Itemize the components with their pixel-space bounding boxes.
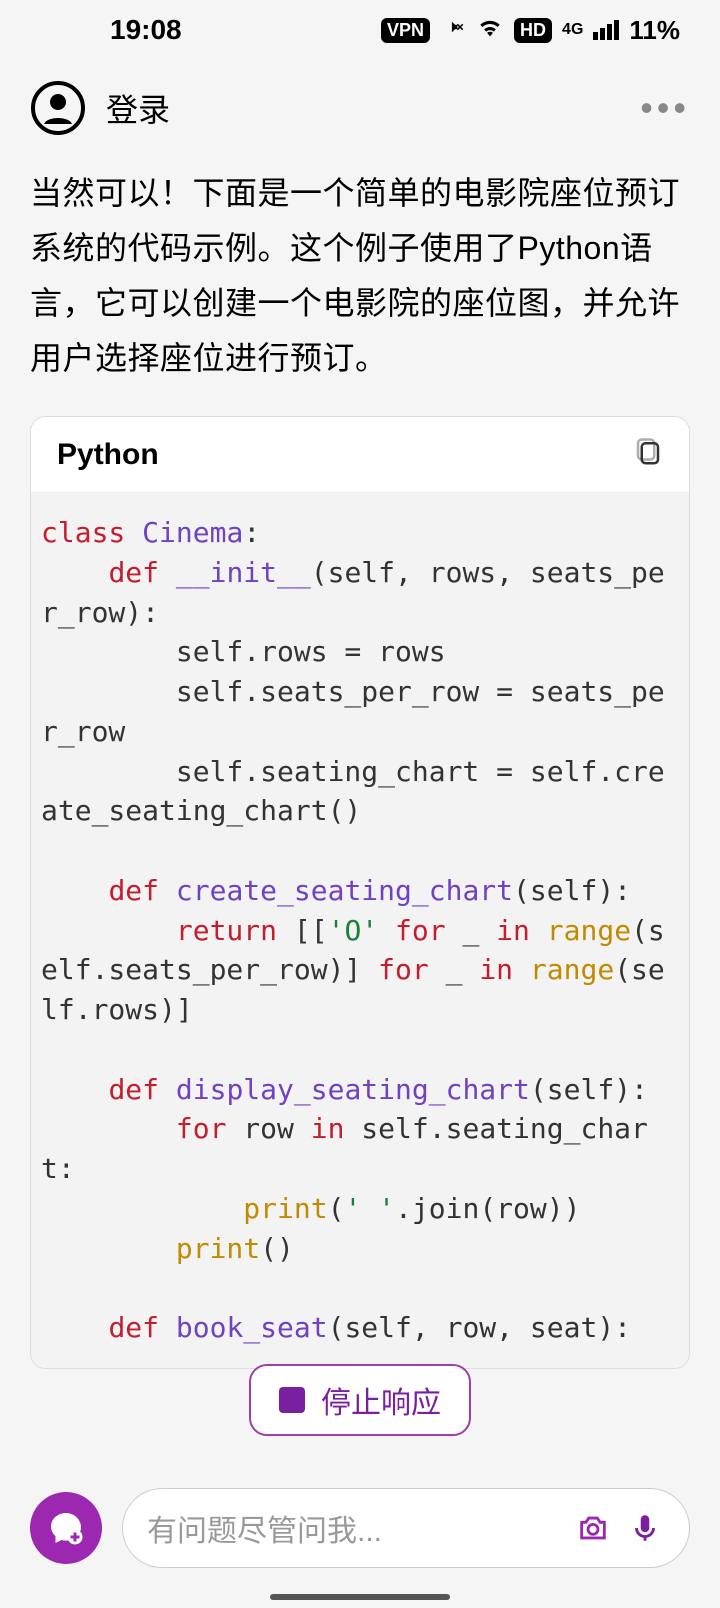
- status-right: VPN HD 4G 11%: [381, 13, 680, 48]
- stop-icon: [279, 1387, 305, 1413]
- signal-icon: [593, 20, 619, 40]
- more-icon[interactable]: •••: [640, 87, 690, 129]
- chat-input[interactable]: 有问题尽管问我...: [122, 1488, 690, 1568]
- stop-response-button[interactable]: 停止响应: [249, 1364, 471, 1436]
- code-block: Python class Cinema: def __init__(self, …: [30, 416, 690, 1369]
- avatar-icon[interactable]: [30, 80, 86, 136]
- app-header: 登录 •••: [0, 60, 720, 156]
- wifi-icon: [476, 13, 504, 48]
- copy-icon[interactable]: [633, 437, 663, 472]
- hd-badge: HD: [514, 18, 552, 43]
- home-indicator: [270, 1594, 450, 1600]
- code-header: Python: [31, 417, 689, 493]
- bottom-bar: 有问题尽管问我...: [0, 1488, 720, 1568]
- status-time: 19:08: [110, 14, 182, 46]
- new-chat-button[interactable]: [30, 1492, 102, 1564]
- camera-icon[interactable]: [573, 1508, 613, 1548]
- chat-input-placeholder: 有问题尽管问我...: [147, 1506, 561, 1550]
- assistant-text: 当然可以！下面是一个简单的电影院座位预订系统的代码示例。这个例子使用了Pytho…: [30, 166, 690, 386]
- battery-text: 11%: [629, 15, 680, 46]
- code-language-label: Python: [57, 438, 159, 472]
- microphone-icon[interactable]: [625, 1508, 665, 1548]
- code-content: class Cinema: def __init__(self, rows, s…: [31, 493, 689, 1368]
- login-button[interactable]: 登录: [106, 85, 170, 131]
- message-content: 当然可以！下面是一个简单的电影院座位预订系统的代码示例。这个例子使用了Pytho…: [0, 156, 720, 1369]
- stop-label: 停止响应: [321, 1378, 441, 1422]
- vpn-badge: VPN: [381, 18, 430, 43]
- mute-icon: [440, 14, 466, 47]
- network-label: 4G: [562, 21, 583, 39]
- status-bar: 19:08 VPN HD 4G 11%: [0, 0, 720, 60]
